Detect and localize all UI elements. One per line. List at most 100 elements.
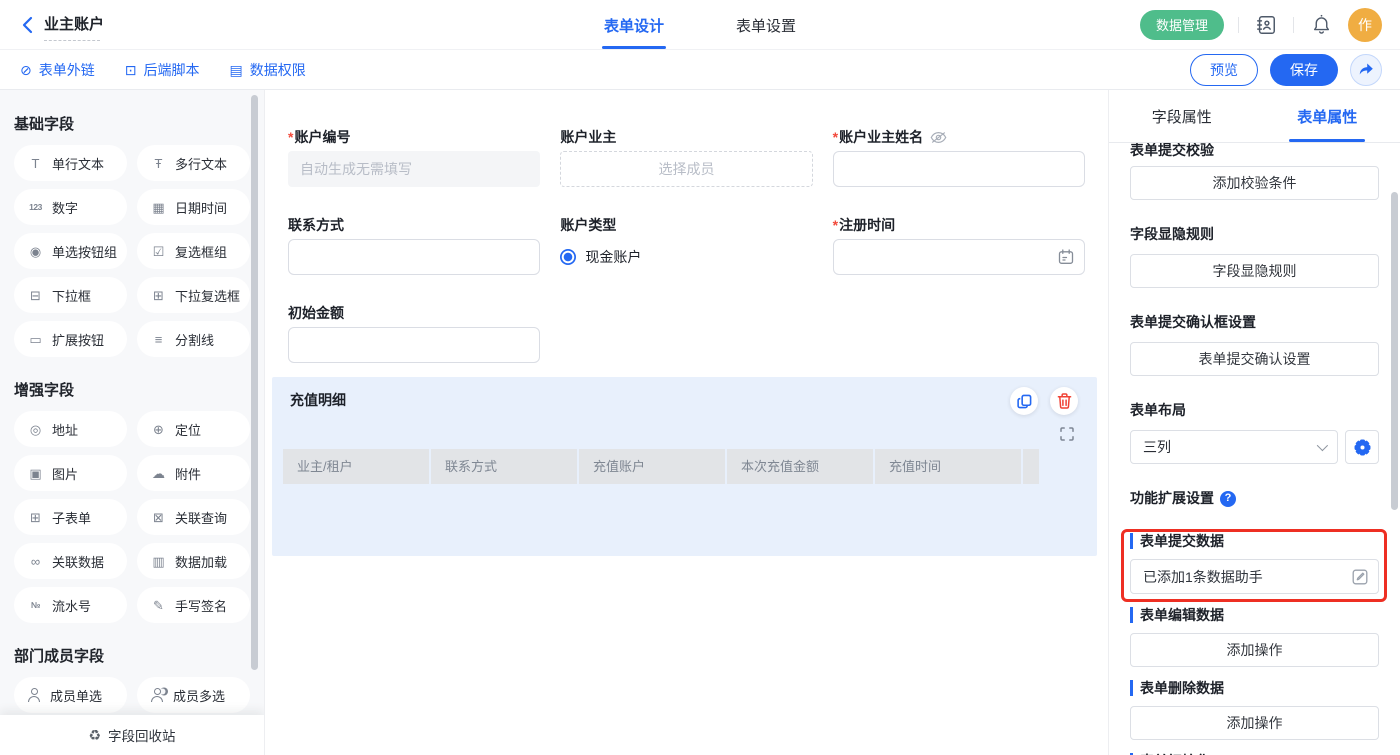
save-button[interactable]: 保存: [1270, 54, 1338, 86]
datetime-icon: ▦: [150, 201, 167, 214]
field-type-日期时间[interactable]: ▦日期时间: [137, 189, 250, 225]
field-type-关联数据[interactable]: ∞关联数据: [14, 543, 127, 579]
help-icon[interactable]: ?: [1220, 491, 1236, 507]
contacts-book-icon[interactable]: [1253, 12, 1279, 38]
field-recycle-bin-button[interactable]: ♻ 字段回收站: [0, 715, 264, 755]
field-type-流水号[interactable]: №流水号: [14, 587, 127, 623]
edit-pencil-icon[interactable]: [1352, 569, 1368, 585]
owner-name-input[interactable]: [833, 151, 1085, 187]
radio-selected-icon[interactable]: [560, 249, 576, 265]
user-avatar[interactable]: 作: [1348, 8, 1382, 42]
toolbar-link[interactable]: ▤数据权限: [229, 60, 305, 80]
field-account-type[interactable]: 账户类型 现金账户: [560, 216, 812, 275]
number-icon: 123: [27, 203, 44, 212]
field-owner-name[interactable]: * 账户业主姓名: [833, 128, 1085, 187]
data-manage-button[interactable]: 数据管理: [1140, 10, 1224, 40]
divider: [1293, 17, 1294, 33]
panel-action-button[interactable]: 添加操作: [1130, 706, 1379, 740]
field-type-下拉复选框[interactable]: ⊞下拉复选框: [137, 277, 250, 313]
select-icon: ⊟: [27, 289, 44, 302]
field-type-单选按钮组[interactable]: ◉单选按钮组: [14, 233, 127, 269]
panel-section-label-text: 表单编辑数据: [1140, 608, 1224, 623]
subform-recharge-detail[interactable]: 充值明细 业主/租户联系方式充值账户本次充值金额充值时间: [272, 377, 1097, 556]
data-assistant-input[interactable]: 已添加1条数据助手: [1130, 559, 1379, 594]
field-type-成员多选[interactable]: 成员多选: [137, 677, 250, 713]
field-type-附件[interactable]: ☁附件: [137, 455, 250, 491]
panel-action-button[interactable]: 表单提交确认设置: [1130, 342, 1379, 376]
field-type-单行文本[interactable]: T单行文本: [14, 145, 127, 181]
form-title[interactable]: 业主账户: [44, 13, 104, 37]
panel-section-label-text: 表单删除数据: [1140, 681, 1224, 696]
field-type-分割线[interactable]: ≡分割线: [137, 321, 250, 357]
multi-text-icon: Ŧ: [150, 157, 167, 170]
panel-section: 表单提交校验添加校验条件: [1130, 143, 1379, 200]
field-type-图片[interactable]: ▣图片: [14, 455, 127, 491]
share-button[interactable]: [1350, 54, 1382, 86]
hidden-eye-off-icon: [930, 131, 947, 144]
subform-column-header: 联系方式: [431, 449, 577, 484]
select-member-input[interactable]: 选择成员: [560, 151, 812, 187]
panel-section: 功能扩展设置?: [1130, 489, 1379, 508]
account-number-input[interactable]: 自动生成无需填写: [288, 151, 540, 187]
panel-action-button[interactable]: 字段显隐规则: [1130, 254, 1379, 288]
panel-tab-1[interactable]: 字段属性: [1109, 90, 1255, 142]
form-layout-select[interactable]: 三列: [1130, 430, 1338, 464]
panel-tab-2[interactable]: 表单属性: [1255, 90, 1400, 142]
field-type-关联查询[interactable]: ⊠关联查询: [137, 499, 250, 535]
linked-query-icon: ⊠: [150, 511, 167, 524]
field-type-多行文本[interactable]: Ŧ 多行文本: [137, 145, 250, 181]
radio-option-label[interactable]: 现金账户: [585, 247, 641, 267]
contact-input[interactable]: [288, 239, 540, 275]
input-value: 已添加1条数据助手: [1143, 567, 1263, 587]
data-load-icon: ▥: [150, 555, 167, 568]
field-type-数字[interactable]: 123数字: [14, 189, 127, 225]
field-type-子表单[interactable]: ⊞子表单: [14, 499, 127, 535]
panel-section-label-text: 表单布局: [1130, 401, 1186, 420]
field-type-手写签名[interactable]: ✎手写签名: [137, 587, 250, 623]
field-type-复选框组[interactable]: ☑复选框组: [137, 233, 250, 269]
field-type-地址[interactable]: ◎地址: [14, 411, 127, 447]
member-multi-icon: [150, 688, 165, 702]
field-type-label: 单行文本: [52, 154, 104, 173]
location-icon: ⊕: [150, 423, 167, 436]
back-icon[interactable]: [16, 14, 38, 36]
gear-icon: [1354, 439, 1371, 456]
delete-field-button[interactable]: [1050, 387, 1078, 415]
register-time-input[interactable]: [833, 239, 1085, 275]
expand-subform-icon[interactable]: [1060, 427, 1074, 441]
field-type-成员单选[interactable]: 成员单选: [14, 677, 127, 713]
divider: [1238, 17, 1239, 33]
sidebar-section-title: 增强字段: [14, 379, 250, 400]
field-account-number[interactable]: *账户编号 自动生成无需填写: [288, 128, 540, 187]
preview-button[interactable]: 预览: [1190, 54, 1258, 86]
field-type-定位[interactable]: ⊕定位: [137, 411, 250, 447]
panel-action-button[interactable]: 添加操作: [1130, 633, 1379, 667]
field-register-time[interactable]: *注册时间: [833, 216, 1085, 275]
serial-number-icon: №: [27, 601, 44, 610]
field-type-扩展按钮[interactable]: ▭扩展按钮: [14, 321, 127, 357]
attachment-icon: ☁: [150, 467, 167, 480]
notification-bell-icon[interactable]: [1308, 12, 1334, 38]
field-account-owner[interactable]: 账户业主 选择成员: [560, 128, 812, 187]
toolbar-link[interactable]: ⊡后端脚本: [125, 60, 200, 80]
toolbar-link[interactable]: ⊘表单外链: [20, 60, 95, 80]
field-label: 注册时间: [839, 216, 895, 234]
field-label: 账户类型: [560, 216, 616, 234]
field-label: 账户业主: [560, 128, 616, 146]
topbar-tab-2[interactable]: 表单设置: [736, 0, 796, 50]
panel-scrollbar[interactable]: [1391, 192, 1398, 510]
panel-action-button[interactable]: 添加校验条件: [1130, 166, 1379, 200]
field-contact[interactable]: 联系方式: [288, 216, 540, 275]
panel-section-label: 表单删除数据: [1130, 680, 1379, 696]
initial-amount-input[interactable]: [288, 327, 540, 363]
field-type-label: 成员多选: [173, 686, 225, 705]
field-initial-amount[interactable]: 初始金额: [288, 304, 540, 363]
field-type-下拉框[interactable]: ⊟下拉框: [14, 277, 127, 313]
sidebar-scrollbar[interactable]: [251, 95, 258, 670]
toolbar-actions: 预览 保存: [1190, 54, 1400, 86]
layout-settings-gear-button[interactable]: [1345, 430, 1379, 464]
field-type-数据加载[interactable]: ▥数据加载: [137, 543, 250, 579]
topbar-tab-1[interactable]: 表单设计: [604, 0, 664, 50]
field-type-label: 多行文本: [175, 154, 227, 173]
copy-field-button[interactable]: [1010, 387, 1038, 415]
